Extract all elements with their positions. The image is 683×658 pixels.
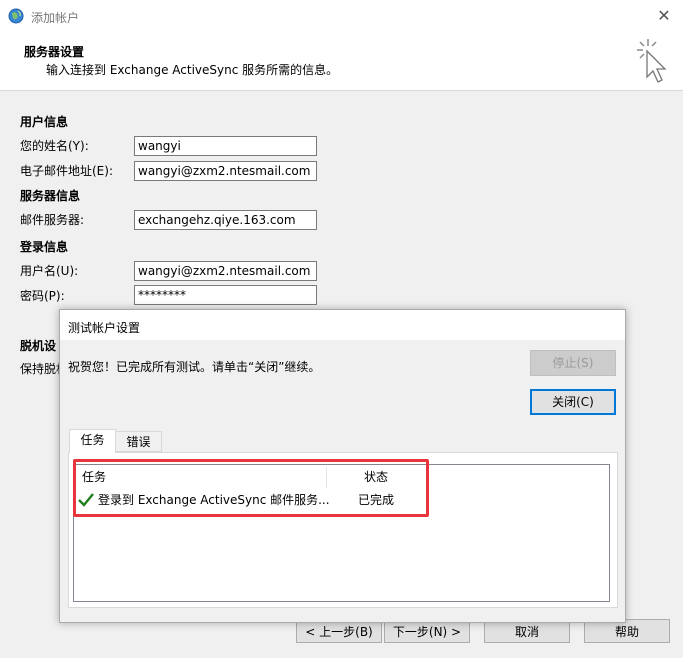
page-title: 服务器设置 xyxy=(24,45,85,59)
username-input[interactable]: wangyi@zxm2.ntesmail.com xyxy=(134,261,317,281)
email-label: 电子邮件地址(E): xyxy=(20,164,113,178)
password-label: 密码(P): xyxy=(20,289,65,303)
dialog-title: 测试帐户设置 xyxy=(68,321,141,335)
name-label: 您的姓名(Y): xyxy=(20,139,89,153)
password-input[interactable]: ******** xyxy=(134,285,317,305)
test-account-dialog: 测试帐户设置 祝贺您！已完成所有测试。请单击“关闭”继续。 停止(S) 关闭(C… xyxy=(59,309,626,623)
window-close-button[interactable]: ✕ xyxy=(653,5,675,27)
user-info-heading: 用户信息 xyxy=(20,115,69,129)
server-info-heading: 服务器信息 xyxy=(20,189,81,203)
column-header-status[interactable]: 状态 xyxy=(364,467,388,488)
name-input[interactable]: wangyi xyxy=(134,136,317,156)
offline-heading: 脱机设 xyxy=(20,339,57,353)
mail-server-label: 邮件服务器: xyxy=(20,213,85,227)
title-bar: 添加帐户 ✕ xyxy=(0,0,683,32)
wizard-header: 服务器设置 输入连接到 Exchange ActiveSync 服务所需的信息。 xyxy=(0,32,683,91)
tab-errors[interactable]: 错误 xyxy=(115,431,162,452)
username-label: 用户名(U): xyxy=(20,264,79,278)
email-input[interactable]: wangyi@zxm2.ntesmail.com xyxy=(134,161,317,181)
cursor-click-icon xyxy=(637,39,667,83)
globe-icon xyxy=(8,8,24,24)
stop-button[interactable]: 停止(S) xyxy=(530,350,616,376)
checkmark-icon xyxy=(78,493,94,507)
column-divider[interactable] xyxy=(326,467,327,488)
window-title: 添加帐户 xyxy=(31,11,80,25)
mail-server-input[interactable]: exchangehz.qiye.163.com xyxy=(134,210,317,230)
task-cell: 登录到 Exchange ActiveSync 邮件服务... xyxy=(98,493,330,507)
status-cell: 已完成 xyxy=(358,493,395,507)
add-account-window: 添加帐户 ✕ 服务器设置 输入连接到 Exchange ActiveSync 服… xyxy=(0,0,683,658)
dialog-message: 祝贺您！已完成所有测试。请单击“关闭”继续。 xyxy=(68,360,321,374)
column-header-task[interactable]: 任务 xyxy=(82,467,106,488)
page-subtitle: 输入连接到 Exchange ActiveSync 服务所需的信息。 xyxy=(46,63,339,77)
dialog-close-button[interactable]: 关闭(C) xyxy=(530,389,616,415)
login-info-heading: 登录信息 xyxy=(20,240,69,254)
task-list: 任务 状态 登录到 Exchange ActiveSync 邮件服务... 已完… xyxy=(73,464,610,602)
tab-tasks[interactable]: 任务 xyxy=(69,429,116,453)
dialog-title-bar: 测试帐户设置 xyxy=(60,310,625,340)
close-icon: ✕ xyxy=(657,6,671,25)
